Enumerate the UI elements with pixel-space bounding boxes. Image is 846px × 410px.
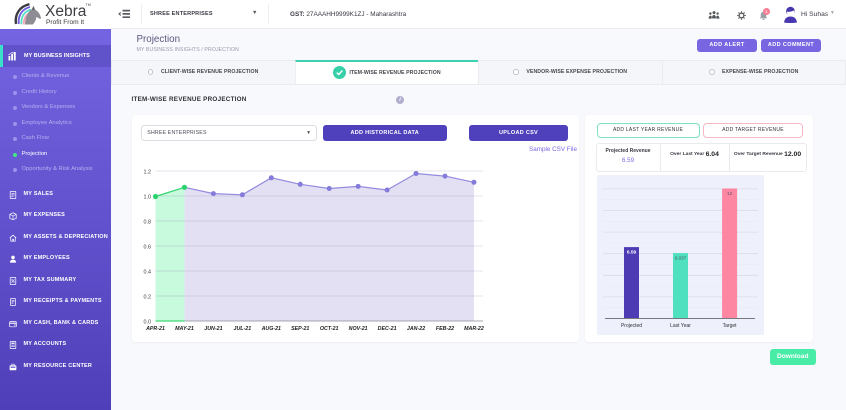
svg-text:MAY-21: MAY-21 [175, 326, 194, 332]
svg-text:OCT-21: OCT-21 [319, 326, 338, 332]
svg-text:APR-21: APR-21 [145, 326, 165, 332]
svg-text:Projected: Projected [621, 323, 642, 329]
svg-text:0.8: 0.8 [143, 220, 151, 226]
svg-text:JUN-21: JUN-21 [204, 326, 222, 332]
svg-text:Xebra: Xebra [45, 3, 87, 20]
svg-text:Last Year: Last Year [670, 323, 691, 329]
svg-text:DEC-21: DEC-21 [377, 326, 396, 332]
svg-text:12: 12 [727, 191, 733, 197]
svg-text:NOV-21: NOV-21 [348, 326, 367, 332]
svg-text:6.59: 6.59 [627, 249, 637, 255]
svg-text:0.0: 0.0 [143, 320, 151, 326]
svg-text:FEB-22: FEB-22 [435, 326, 453, 332]
svg-text:0.4: 0.4 [143, 270, 151, 276]
svg-text:MAR-22: MAR-22 [464, 326, 484, 332]
svg-text:0.6: 0.6 [143, 245, 151, 251]
svg-text:6.037: 6.037 [675, 255, 687, 260]
svg-text:SEP-21: SEP-21 [291, 326, 309, 332]
svg-text:0.2: 0.2 [143, 295, 151, 301]
svg-text:JUL-21: JUL-21 [233, 326, 251, 332]
svg-text:TM: TM [86, 3, 91, 7]
svg-text:JAN-22: JAN-22 [406, 326, 424, 332]
svg-text:AUG-21: AUG-21 [260, 326, 280, 332]
svg-text:Target: Target [723, 323, 738, 329]
svg-text:1.2: 1.2 [143, 170, 151, 176]
svg-text:Profit From It: Profit From It [46, 19, 84, 26]
svg-text:1.0: 1.0 [143, 195, 151, 201]
